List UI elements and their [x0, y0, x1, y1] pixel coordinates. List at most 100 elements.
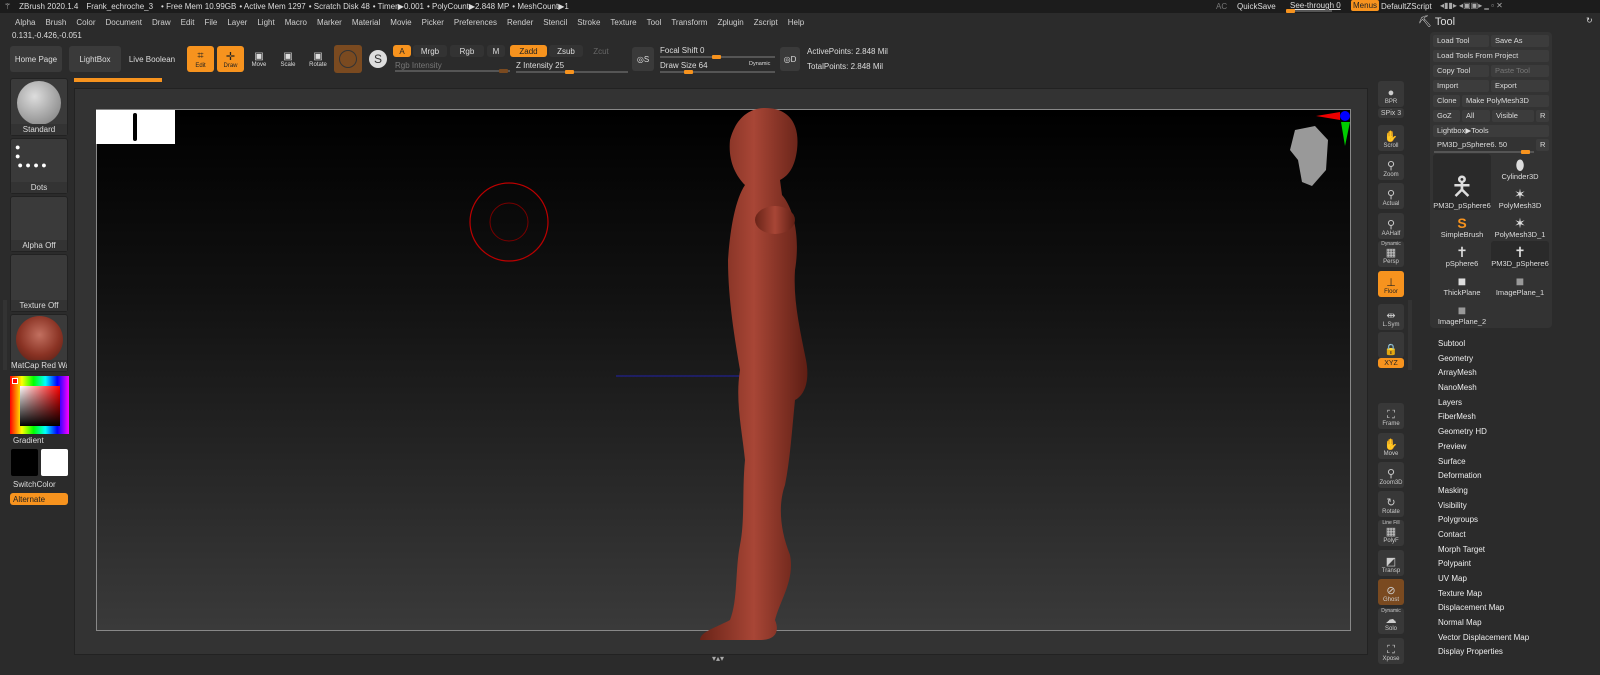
tool-section-fibermesh[interactable]: FiberMesh — [1438, 410, 1529, 425]
tool-thumb-imageplane-2[interactable]: ■ ImagePlane_2 — [1433, 299, 1491, 326]
thumb-label: ThickPlane — [1443, 288, 1481, 297]
shelf-button-xyz[interactable]: XYZ — [1378, 358, 1404, 368]
tool-section-display-properties[interactable]: Display Properties — [1438, 645, 1529, 660]
zoom-icon: ⚲ — [1386, 160, 1396, 172]
shelf-label: Scroll — [1383, 143, 1399, 149]
star-mesh-icon: ✶ — [1514, 215, 1526, 231]
tool-section-geometry[interactable]: Geometry — [1438, 352, 1529, 367]
tool-section-polygroups[interactable]: Polygroups — [1438, 513, 1529, 528]
tool-section-deformation[interactable]: Deformation — [1438, 469, 1529, 484]
shelf-label: Solo — [1384, 626, 1397, 632]
make-polymesh3d-button[interactable]: Make PolyMesh3D — [1462, 95, 1549, 107]
tool-section-geometry-hd[interactable]: Geometry HD — [1438, 425, 1529, 440]
tool-section-visibility[interactable]: Visibility — [1438, 499, 1529, 514]
shelf-label: Move — [1383, 451, 1399, 457]
tool-thumb-cylinder3d[interactable]: ⬮ Cylinder3D — [1491, 154, 1549, 181]
shelf-label: Zoom3D — [1379, 480, 1403, 486]
gizmo-y-icon — [1341, 122, 1350, 146]
tool-section-subtool[interactable]: Subtool — [1438, 337, 1529, 352]
goz-button[interactable]: GoZ — [1433, 110, 1460, 122]
bottom-tray-arrows-icon: ▾▴▾ — [712, 654, 724, 663]
load-tools-from-project-button[interactable]: Load Tools From Project — [1433, 50, 1549, 62]
tool-section-layers[interactable]: Layers — [1438, 396, 1529, 411]
tool-section-masking[interactable]: Masking — [1438, 484, 1529, 499]
load-tool-button[interactable]: Load Tool — [1433, 35, 1489, 47]
tool-thumb-simplebrush[interactable]: S SimpleBrush — [1433, 212, 1491, 239]
shelf-button-rotate[interactable]: ↻ Rotate — [1378, 491, 1404, 517]
shelf-button-ghost[interactable]: ⊘ Ghost — [1378, 579, 1404, 605]
tool-thumb-imageplane-1[interactable]: ■ ImagePlane_1 — [1491, 270, 1549, 297]
shelf-button-scroll[interactable]: ✋ Scroll — [1378, 125, 1404, 151]
brush-cursor-outer — [469, 182, 549, 262]
figure-icon: ✝ — [1514, 244, 1526, 260]
shelf-button-spix-3[interactable]: SPix 3 — [1378, 108, 1404, 118]
tool-section-normal-map[interactable]: Normal Map — [1438, 616, 1529, 631]
panel-refresh-icon[interactable]: ↻ — [1586, 16, 1593, 25]
shelf-label: AAHalf — [1381, 231, 1401, 237]
plane-icon: ■ — [1515, 273, 1525, 289]
right-tray-handle[interactable] — [1408, 300, 1412, 370]
grid-icon: ▦ — [1385, 526, 1397, 538]
tool-section-polypaint[interactable]: Polypaint — [1438, 557, 1529, 572]
tool-section-preview[interactable]: Preview — [1438, 440, 1529, 455]
shelf-button-aahalf[interactable]: ⚲ AAHalf — [1378, 213, 1404, 239]
shelf-button-xpose[interactable]: ⛶ Xpose — [1378, 638, 1404, 664]
tool-thumb-pm3d-psphere6[interactable]: 🯅 PM3D_pSphere6 — [1433, 154, 1491, 210]
shelf-button-bpr[interactable]: ● BPR — [1378, 81, 1404, 107]
shelf-button-zoom3d[interactable]: ⚲ Zoom3D — [1378, 462, 1404, 488]
tool-section-morph-target[interactable]: Morph Target — [1438, 543, 1529, 558]
clone-button[interactable]: Clone — [1433, 95, 1460, 107]
shelf-label: Frame — [1382, 421, 1400, 427]
shelf-button-polyf[interactable]: Line Fill ▦ PolyF — [1378, 520, 1404, 546]
tool-section-vector-displacement-map[interactable]: Vector Displacement Map — [1438, 631, 1529, 646]
shelf-button-persp[interactable]: Dynamic ▦ Persp — [1378, 241, 1404, 267]
tool-section-arraymesh[interactable]: ArrayMesh — [1438, 366, 1529, 381]
tool-section-nanomesh[interactable]: NanoMesh — [1438, 381, 1529, 396]
gizmo-x-icon — [1316, 112, 1340, 120]
paste-tool-button[interactable]: Paste Tool — [1491, 65, 1549, 77]
tool-section-surface[interactable]: Surface — [1438, 455, 1529, 470]
tool-thumb-thickplane[interactable]: ■ ThickPlane — [1433, 270, 1491, 297]
current-tool-track[interactable] — [1434, 150, 1534, 154]
shelf-label: XYZ — [1384, 359, 1398, 367]
current-tool-slider[interactable]: PM3D_pSphere6. 50 — [1433, 139, 1534, 151]
shelf-button-move[interactable]: ✋ Move — [1378, 433, 1404, 459]
anatomy-figure-model — [700, 108, 808, 640]
import-button[interactable]: Import — [1433, 80, 1489, 92]
shelf-button-lock[interactable]: 🔒 — [1378, 332, 1404, 358]
shelf-button-floor[interactable]: ⊥ Floor — [1378, 271, 1404, 297]
goz-visible-button[interactable]: Visible — [1492, 110, 1534, 122]
tool-r-button[interactable]: R — [1536, 139, 1549, 151]
goz-all-button[interactable]: All — [1462, 110, 1490, 122]
shelf-button-l-sym[interactable]: ⇹ L.Sym — [1378, 304, 1404, 330]
sphere-icon: ● — [1387, 87, 1395, 99]
shelf-label: Xpose — [1382, 656, 1400, 662]
tool-thumb-polymesh3d-1[interactable]: ✶ PolyMesh3D_1 — [1491, 212, 1549, 239]
floor-icon: ⊥ — [1386, 277, 1396, 289]
transp-icon: ◩ — [1385, 556, 1397, 568]
shelf-button-frame[interactable]: ⛶ Frame — [1378, 403, 1404, 429]
goz-r-button[interactable]: R — [1536, 110, 1549, 122]
tool-section-contact[interactable]: Contact — [1438, 528, 1529, 543]
shelf-button-zoom[interactable]: ⚲ Zoom — [1378, 154, 1404, 180]
export-button[interactable]: Export — [1491, 80, 1549, 92]
tool-thumb-pm3d-psphere6-2[interactable]: ✝ PM3D_pSphere6 — [1491, 241, 1549, 268]
shelf-button-transp[interactable]: ◩ Transp — [1378, 550, 1404, 576]
shelf-button-actual[interactable]: ⚲ Actual — [1378, 183, 1404, 209]
lightbox-tools-button[interactable]: Lightbox▶Tools — [1433, 125, 1549, 137]
tool-section-uv-map[interactable]: UV Map — [1438, 572, 1529, 587]
shelf-label: L.Sym — [1382, 322, 1400, 328]
thumb-label: PolyMesh3D_1 — [1494, 230, 1546, 239]
shelf-label: Persp — [1383, 259, 1399, 265]
frame-icon: ⛶ — [1387, 644, 1395, 656]
shelf-label: Ghost — [1382, 597, 1399, 603]
tool-section-displacement-map[interactable]: Displacement Map — [1438, 601, 1529, 616]
shelf-button-solo[interactable]: Dynamic ☁ Solo — [1378, 608, 1404, 634]
tool-thumb-psphere6[interactable]: ✝ pSphere6 — [1433, 241, 1491, 268]
rotate-icon: ↻ — [1386, 497, 1396, 509]
tool-thumb-polymesh3d[interactable]: ✶ PolyMesh3D — [1491, 183, 1549, 210]
copy-tool-button[interactable]: Copy Tool — [1433, 65, 1489, 77]
tool-section-texture-map[interactable]: Texture Map — [1438, 587, 1529, 602]
save-as-button[interactable]: Save As — [1491, 35, 1549, 47]
thumb-label: pSphere6 — [1445, 259, 1479, 268]
